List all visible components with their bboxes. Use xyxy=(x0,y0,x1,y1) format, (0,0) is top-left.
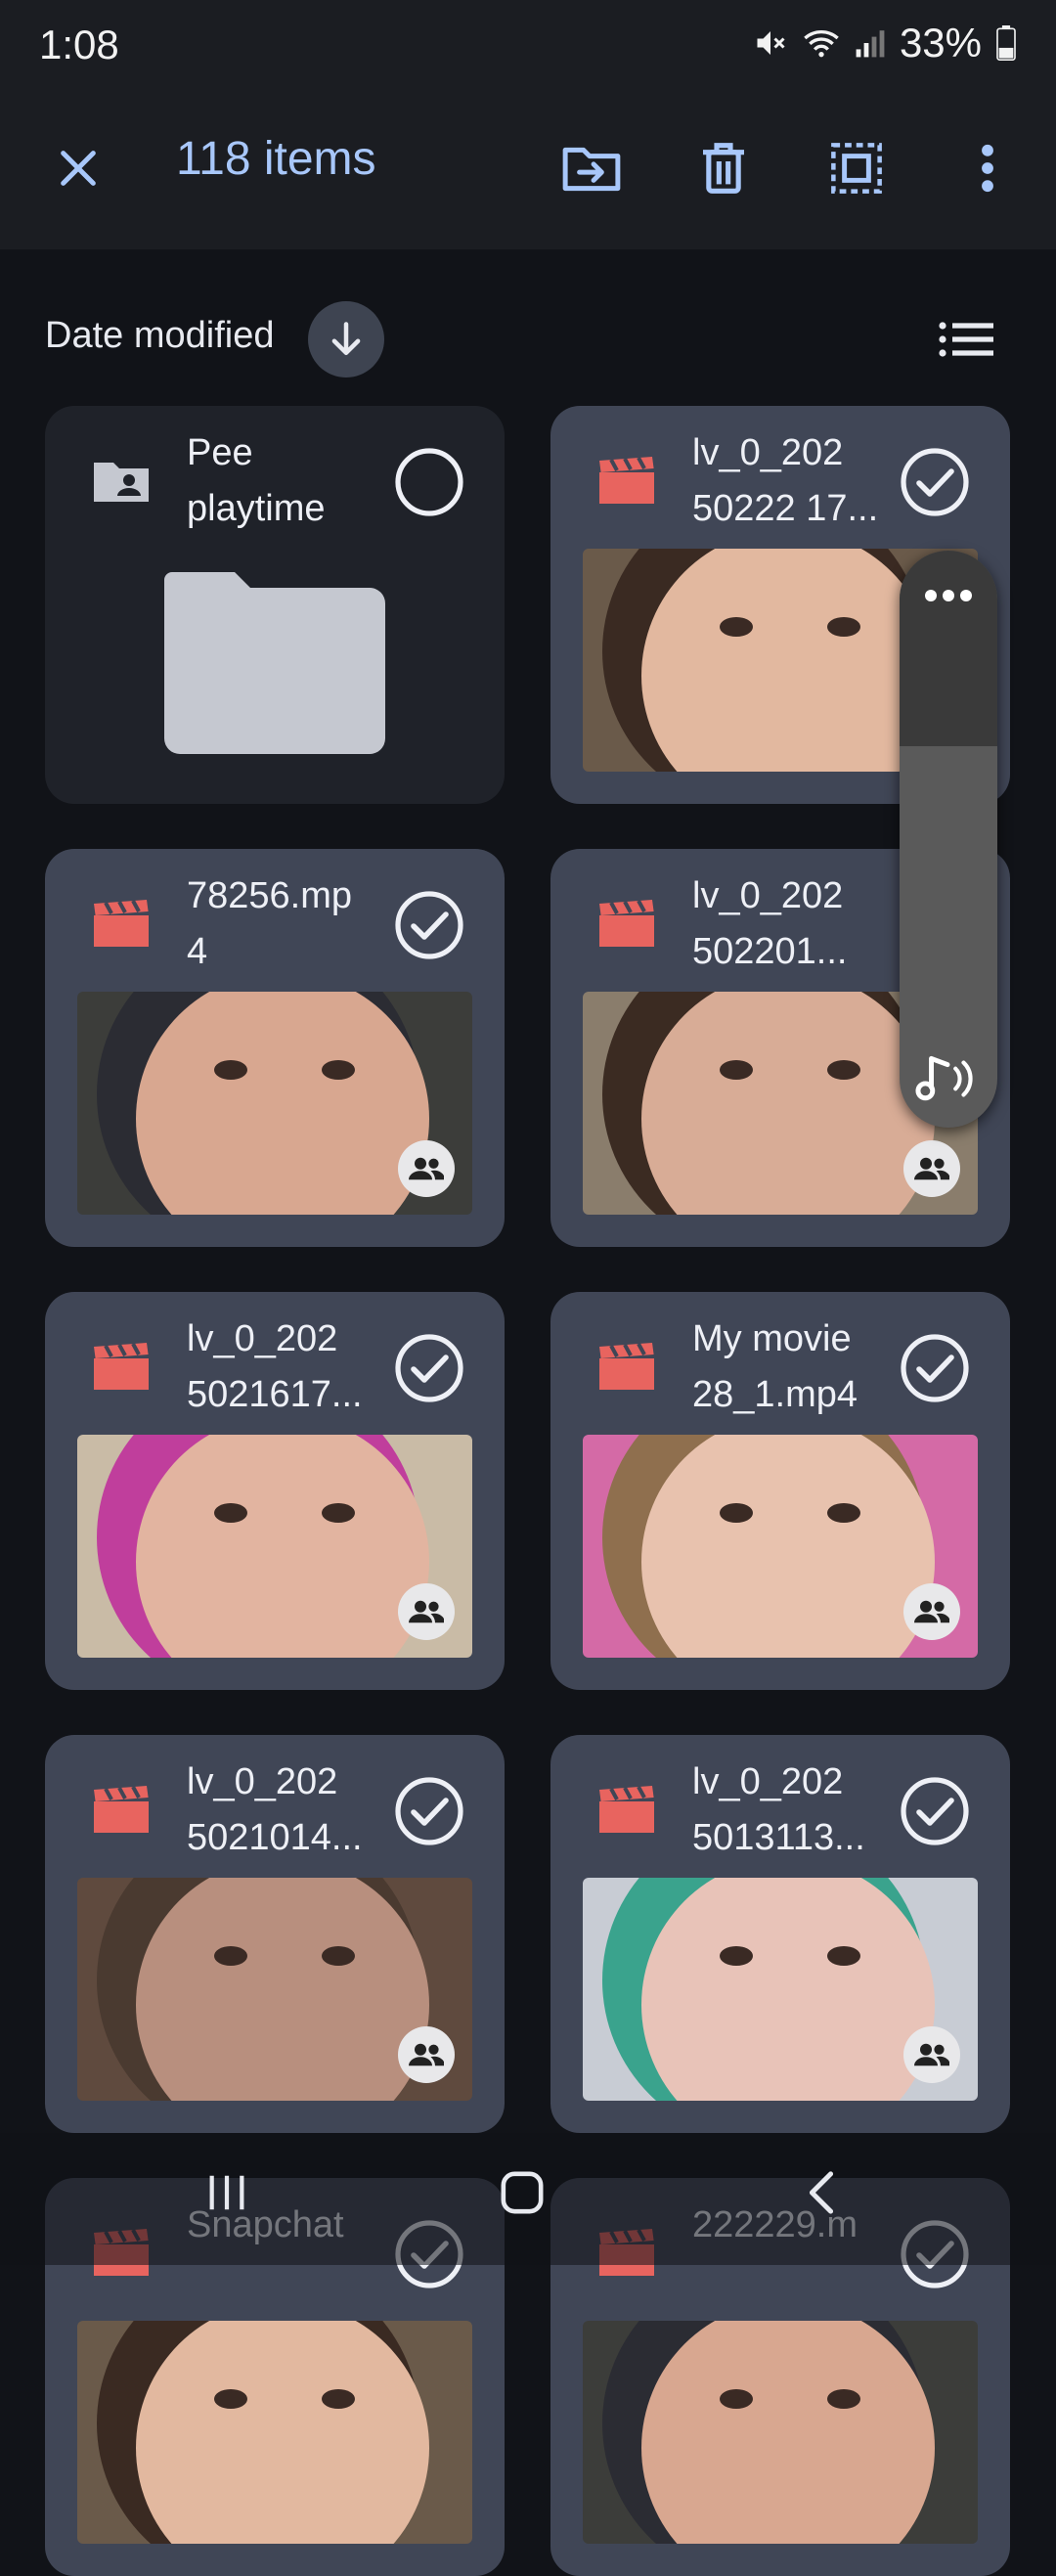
mute-icon xyxy=(757,31,785,55)
face-region xyxy=(136,2321,429,2544)
video-thumbnail xyxy=(77,1435,472,1658)
delete-button[interactable] xyxy=(689,134,758,202)
clapperboard-icon xyxy=(92,1343,151,1397)
selected-check-icon[interactable] xyxy=(900,1776,970,1851)
clapperboard-icon xyxy=(597,1786,656,1840)
status-icons: 33% xyxy=(753,20,1017,67)
selected-check-icon[interactable] xyxy=(900,447,970,522)
selected-check-icon[interactable] xyxy=(394,890,464,965)
file-card[interactable]: lv_0_202 5013113... xyxy=(550,1735,1010,2133)
recent-apps-icon[interactable] xyxy=(203,2170,250,2215)
shared-people-icon xyxy=(903,1140,960,1197)
file-card[interactable]: 78256.mp 4 xyxy=(45,849,505,1247)
wifi-icon xyxy=(804,30,839,58)
unselected-circle-icon[interactable] xyxy=(394,447,464,522)
folder-preview-icon xyxy=(164,572,385,759)
video-thumbnail xyxy=(583,1435,978,1658)
selection-app-bar: 118 items xyxy=(0,93,1056,249)
face-region xyxy=(641,1435,935,1658)
face-region xyxy=(641,2321,935,2544)
more-horiz-icon[interactable] xyxy=(923,588,974,603)
file-name: Pee playtime xyxy=(187,432,326,529)
video-thumbnail xyxy=(77,992,472,1215)
selected-check-icon[interactable] xyxy=(394,1333,464,1408)
selected-check-icon[interactable] xyxy=(900,1333,970,1408)
status-time: 1:08 xyxy=(39,22,119,67)
face-region xyxy=(136,992,429,1215)
battery-percent: 33% xyxy=(899,20,982,66)
shared-people-icon xyxy=(903,1583,960,1640)
select-all-icon xyxy=(831,143,882,194)
face-region xyxy=(136,1435,429,1658)
video-thumbnail xyxy=(583,1878,978,2101)
clapperboard-icon xyxy=(597,900,656,954)
signal-icon xyxy=(856,30,885,58)
folder-card[interactable]: Pee playtime xyxy=(45,406,505,804)
shared-people-icon xyxy=(398,2026,455,2083)
status-bar: 1:08 33% xyxy=(0,0,1056,93)
clapperboard-icon xyxy=(597,1343,656,1397)
file-card[interactable]: My movie 28_1.mp4 xyxy=(550,1292,1010,1690)
file-name: lv_0_202 5021014... xyxy=(187,1761,363,1858)
trash-icon xyxy=(703,143,744,194)
file-card[interactable]: lv_0_202 5021014... xyxy=(45,1735,505,2133)
clapperboard-icon xyxy=(92,900,151,954)
volume-panel[interactable] xyxy=(900,551,997,1128)
media-volume-icon xyxy=(915,1055,973,1101)
battery-icon xyxy=(996,25,1016,61)
file-name: lv_0_202 5013113... xyxy=(692,1761,865,1858)
video-thumbnail xyxy=(583,2321,978,2544)
face-region xyxy=(641,1878,935,2101)
move-button[interactable] xyxy=(557,134,626,202)
list-view-icon xyxy=(939,322,993,357)
file-name: My movie 28_1.mp4 xyxy=(692,1318,858,1415)
file-name: 78256.mp 4 xyxy=(187,875,353,972)
video-thumbnail xyxy=(77,2321,472,2544)
select-all-button[interactable] xyxy=(822,134,891,202)
move-to-folder-icon xyxy=(562,147,621,192)
back-icon[interactable] xyxy=(802,2170,841,2215)
arrow-down-icon xyxy=(331,322,361,356)
close-icon xyxy=(61,151,96,186)
shared-people-icon xyxy=(398,1583,455,1640)
shared-people-icon xyxy=(398,1140,455,1197)
file-name: lv_0_202 5021617... xyxy=(187,1318,363,1415)
sort-row: Date modified xyxy=(0,293,1056,381)
file-name: lv_0_202 502201... xyxy=(692,875,848,972)
selected-count-title: 118 items xyxy=(176,133,376,185)
file-name: lv_0_202 50222 17... xyxy=(692,432,879,529)
system-nav-bar xyxy=(0,2133,1056,2265)
face-region xyxy=(641,549,935,772)
face-region xyxy=(641,992,935,1215)
home-icon[interactable] xyxy=(499,2170,546,2215)
more-options-button[interactable] xyxy=(963,134,1012,202)
face-region xyxy=(136,1878,429,2101)
file-card[interactable]: lv_0_202 5021617... xyxy=(45,1292,505,1690)
close-button[interactable] xyxy=(47,137,110,200)
video-thumbnail xyxy=(77,1878,472,2101)
sort-direction-button[interactable] xyxy=(308,301,384,378)
more-vert-icon xyxy=(982,144,993,193)
sort-label[interactable]: Date modified xyxy=(45,315,274,357)
shared-people-icon xyxy=(903,2026,960,2083)
folder-shared-icon xyxy=(92,457,151,509)
selected-check-icon[interactable] xyxy=(394,1776,464,1851)
list-view-button[interactable] xyxy=(937,315,995,364)
clapperboard-icon xyxy=(597,457,656,511)
clapperboard-icon xyxy=(92,1786,151,1840)
